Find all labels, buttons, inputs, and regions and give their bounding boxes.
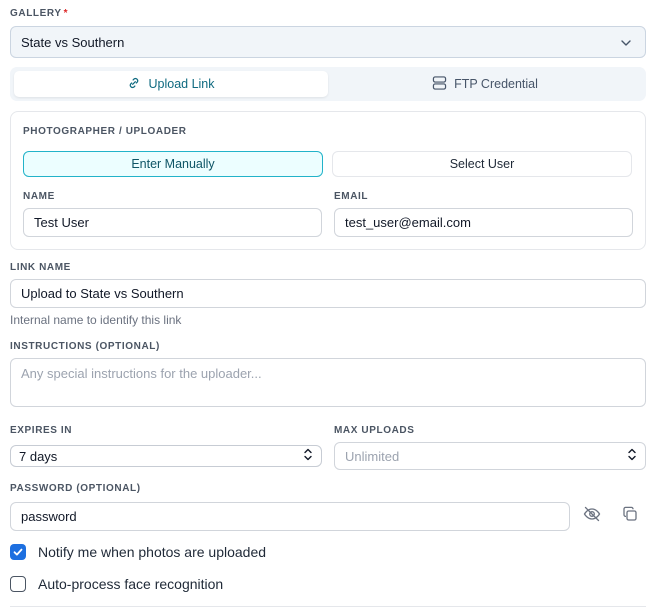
face-recognition-checkbox[interactable]: [10, 576, 26, 592]
chevron-down-icon: [619, 36, 633, 53]
select-user-button[interactable]: Select User: [332, 151, 632, 177]
checkmark-icon: [13, 548, 23, 556]
required-mark: *: [63, 8, 69, 19]
expires-select-value: 7 days: [19, 448, 58, 464]
up-down-chevron-icon: [627, 448, 637, 465]
server-icon: [432, 75, 447, 93]
divider: [10, 606, 646, 607]
link-name-input-value: Upload to State vs Southern: [21, 286, 184, 301]
link-icon: [127, 76, 141, 93]
gallery-select[interactable]: State vs Southern: [10, 26, 646, 58]
max-uploads-select[interactable]: Unlimited: [334, 442, 646, 470]
instructions-label: INSTRUCTIONS (OPTIONAL): [10, 341, 160, 352]
gallery-label: GALLERY *: [10, 8, 69, 19]
link-name-label: LINK NAME: [10, 262, 71, 273]
notify-label: Notify me when photos are uploaded: [38, 544, 267, 560]
max-uploads-placeholder: Unlimited: [345, 448, 400, 464]
name-input-value: Test User: [34, 215, 89, 230]
password-input[interactable]: password: [10, 502, 570, 531]
tab-upload-link-label: Upload Link: [148, 77, 215, 91]
eye-off-icon: [583, 506, 601, 527]
toggle-visibility-button[interactable]: [581, 505, 603, 527]
link-name-input[interactable]: Upload to State vs Southern: [10, 279, 646, 308]
instructions-textarea[interactable]: Any special instructions for the uploade…: [10, 358, 646, 407]
name-input[interactable]: Test User: [23, 208, 322, 237]
email-input-value: test_user@email.com: [345, 215, 471, 230]
gallery-select-value: State vs Southern: [21, 34, 125, 50]
tab-upload-link[interactable]: Upload Link: [14, 71, 328, 97]
tab-ftp-credential-label: FTP Credential: [454, 77, 538, 91]
face-recognition-label: Auto-process face recognition: [38, 576, 224, 592]
copy-password-button[interactable]: [619, 505, 641, 527]
photographer-heading: PHOTOGRAPHER / UPLOADER: [23, 126, 187, 137]
email-label: EMAIL: [334, 191, 369, 202]
password-label: PASSWORD (OPTIONAL): [10, 483, 141, 494]
enter-manually-button[interactable]: Enter Manually: [23, 151, 323, 177]
expires-label: EXPIRES IN: [10, 425, 73, 436]
email-input[interactable]: test_user@email.com: [334, 208, 633, 237]
password-input-value: password: [21, 509, 77, 524]
instructions-placeholder: Any special instructions for the uploade…: [21, 366, 262, 381]
mode-tabs: Upload Link FTP Credential: [10, 67, 646, 101]
name-label: NAME: [23, 191, 55, 202]
max-uploads-label: MAX UPLOADS: [334, 425, 415, 436]
expires-select[interactable]: 7 days: [10, 445, 322, 467]
up-down-chevron-icon: [303, 448, 313, 465]
face-recognition-option[interactable]: Auto-process face recognition: [10, 576, 223, 592]
notify-checkbox[interactable]: [10, 544, 26, 560]
tab-ftp-credential[interactable]: FTP Credential: [328, 71, 642, 97]
notify-option[interactable]: Notify me when photos are uploaded: [10, 544, 266, 560]
copy-icon: [622, 506, 638, 527]
link-name-hint: Internal name to identify this link: [10, 313, 182, 327]
